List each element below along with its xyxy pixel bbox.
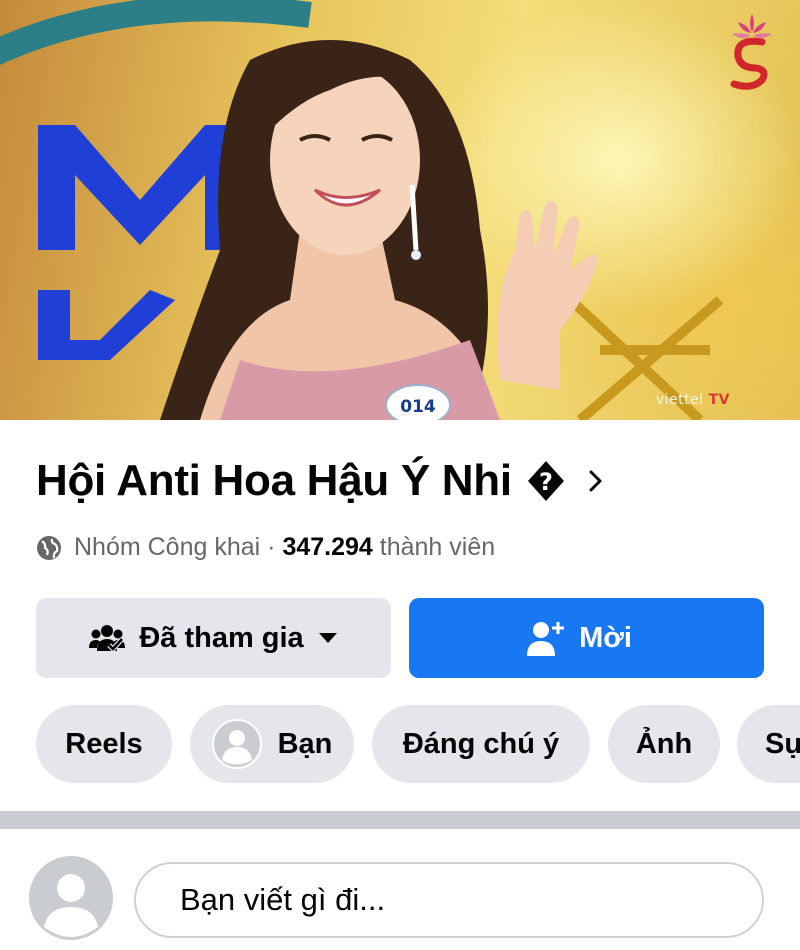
invite-label: Mời: [579, 621, 632, 654]
invite-button[interactable]: Mời: [409, 598, 764, 678]
caret-down-icon: [318, 633, 337, 643]
tab-photos[interactable]: Ảnh: [608, 705, 720, 783]
globe-icon: [37, 535, 61, 560]
group-tabs: Reels Bạn Đáng chú ý Ảnh Sự kiện: [36, 705, 800, 783]
composer-placeholder: Bạn viết gì đi...: [180, 882, 386, 917]
photo-credit-suffix: TV: [708, 392, 730, 408]
joined-button[interactable]: Đã tham gia: [36, 598, 391, 678]
joined-label: Đã tham gia: [139, 621, 304, 654]
tab-friends[interactable]: Bạn: [190, 705, 354, 783]
tab-reels-label: Reels: [65, 727, 143, 760]
tab-friends-label: Bạn: [277, 727, 333, 760]
group-cover-photo[interactable]: 014 viettel TV: [0, 0, 800, 420]
flower-logo-icon: [730, 14, 772, 90]
tab-photos-label: Ảnh: [635, 727, 693, 760]
post-composer-input[interactable]: Bạn viết gì đi...: [134, 862, 764, 938]
cover-illustration: 014: [0, 0, 724, 420]
unknown-glyph-char: ?: [539, 468, 553, 496]
photo-credit: viettel TV: [656, 392, 730, 408]
unknown-glyph-icon: ?: [526, 459, 566, 503]
add-person-icon: [527, 622, 565, 656]
photo-credit-prefix: viettel: [655, 392, 704, 408]
chevron-right-icon[interactable]: [588, 469, 604, 493]
default-avatar-icon: [211, 719, 262, 769]
group-meta: Nhóm Công khai · 347.294 thành viên: [36, 533, 495, 562]
tab-events[interactable]: Sự kiện: [737, 705, 800, 783]
member-suffix: thành viên: [372, 533, 496, 561]
user-avatar[interactable]: [28, 855, 114, 941]
member-count: 347.294: [282, 533, 373, 561]
group-joined-icon: [89, 625, 126, 653]
contestant-number: 014: [400, 397, 436, 417]
meta-separator: ·: [260, 533, 283, 561]
tab-reels[interactable]: Reels: [36, 705, 172, 783]
tab-featured[interactable]: Đáng chú ý: [372, 705, 590, 783]
group-title-row[interactable]: Hội Anti Hoa Hậu Ý Nhi ?: [36, 456, 604, 506]
section-divider: [0, 811, 800, 829]
group-title: Hội Anti Hoa Hậu Ý Nhi: [36, 456, 512, 505]
tab-featured-label: Đáng chú ý: [402, 727, 560, 760]
privacy-label: Nhóm Công khai: [74, 533, 261, 561]
tab-events-label: Sự kiện: [765, 727, 800, 760]
